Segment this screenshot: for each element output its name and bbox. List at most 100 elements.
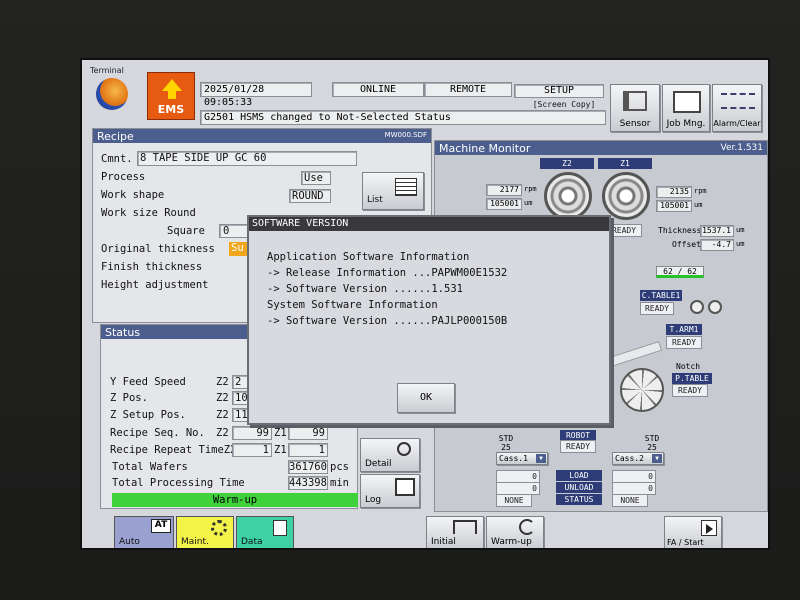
document-icon [673, 91, 701, 113]
cass2-label: Cass.2 [615, 454, 644, 463]
fa-start-label: FA / Start [667, 538, 704, 547]
comment-label: Cmnt. [101, 153, 133, 165]
std-left-count: 25 [501, 443, 511, 452]
detail-button[interactable]: Detail [360, 438, 420, 472]
app-version-line: -> Software Version ......1.531 [267, 283, 463, 295]
ok-button[interactable]: OK [397, 383, 455, 413]
process-value: Use [301, 171, 331, 185]
log-label: Log [365, 495, 382, 505]
std-left-label: STD 25 [496, 434, 516, 452]
z2-spindle-icon [544, 172, 592, 220]
seq-label: Recipe Seq. No. [110, 427, 205, 439]
finish-thickness-label: Finish thickness [101, 261, 203, 273]
recipe-title-text: Recipe [97, 130, 134, 143]
log-button[interactable]: Log [360, 474, 420, 508]
remote-status: REMOTE [424, 82, 512, 97]
datetime-display: 2025/01/28 09:05:33 [200, 82, 312, 108]
ctable-chuck-icon-2 [708, 300, 722, 314]
cass1-select[interactable]: Cass.1 ▼ [496, 452, 548, 465]
total-wafers-unit: pcs [330, 461, 349, 473]
repeat-z1-value: 1 [288, 443, 328, 457]
robot-ready: READY [560, 440, 596, 453]
alarm-clear-label: Alarm/Clear [713, 119, 761, 128]
repeat-label: Recipe Repeat TimeZ2 [110, 444, 237, 456]
unload-label: UNLOAD [556, 482, 602, 493]
job-mng-button[interactable]: Job Mng. [662, 84, 710, 132]
z1-um-unit: um [694, 201, 703, 209]
std-right-label: STD 25 [642, 434, 662, 452]
z2-um-unit: um [524, 199, 533, 207]
data-button[interactable]: Data [236, 516, 294, 548]
process-label: Process [101, 171, 146, 183]
detail-label: Detail [365, 459, 392, 469]
total-time-label: Total Processing Time [112, 477, 245, 489]
arrow-stem [168, 91, 176, 99]
cass2-select[interactable]: Cass.2 ▼ [612, 452, 664, 465]
sensor-label: Sensor [619, 119, 651, 129]
ratio-value: 62 / 62 [656, 266, 704, 278]
ems-button[interactable]: EMS [147, 72, 195, 120]
cass1-label: Cass.1 [499, 454, 528, 463]
warmup-label: Warm-up [491, 537, 532, 547]
cycle-icon [519, 519, 535, 535]
auto-label: Auto [119, 537, 140, 547]
tarm-ready: READY [666, 336, 702, 349]
maint-label: Maint. [181, 537, 209, 547]
initial-label: Initial [431, 537, 456, 547]
z-pos-z2: Z2 [216, 392, 229, 404]
pencil-icon [395, 478, 415, 496]
app-info: Application Software Information [267, 251, 470, 263]
total-time-value: 443398 [288, 476, 328, 490]
z1-label: Z1 [598, 158, 652, 169]
maint-button[interactable]: Maint. [176, 516, 234, 548]
seq-z2: Z2 [216, 427, 229, 439]
status-label: STATUS [556, 494, 602, 505]
recipe-title: Recipe MW000.SDF [93, 129, 431, 143]
system-version-line: -> Software Version ......PAJLP000150B [267, 315, 508, 327]
ctable-label: C.TABLE1 [640, 290, 682, 301]
sensor-button[interactable]: Sensor [610, 84, 660, 132]
initial-icon [453, 520, 477, 534]
warmup-button[interactable]: Warm-up [486, 516, 544, 548]
notch-aligner-icon [620, 368, 664, 412]
tarm-label: T.ARM1 [666, 324, 702, 335]
offset-label: Offset [672, 240, 701, 249]
z1-spindle-icon [602, 172, 650, 220]
z1-ready: READY [606, 224, 642, 237]
seq-z1: Z1 [274, 427, 287, 439]
z2-rpm-unit: rpm [524, 185, 537, 193]
ctable-ready: READY [640, 302, 674, 315]
comment-field[interactable]: 8 TAPE SIDE UP GC 60 [137, 151, 357, 166]
total-time-unit: min [330, 477, 349, 489]
z2-rpm-value: 2177 [486, 184, 522, 196]
z-setup-z2: Z2 [216, 409, 229, 421]
thickness-label: Thickness [658, 226, 702, 235]
list-icon [395, 178, 417, 196]
original-thickness-label: Original thickness [101, 243, 215, 255]
auto-button[interactable]: AT Auto [114, 516, 174, 548]
z1-rpm-unit: rpm [694, 187, 707, 195]
thickness-value: 1537.1 [700, 225, 734, 237]
alarm-clear-button[interactable]: Alarm/Clear [712, 84, 762, 132]
warmup-status-bar: Warm-up [112, 493, 358, 507]
y-feed-label: Y Feed Speed [110, 376, 186, 388]
list-button[interactable]: List [362, 172, 424, 210]
std-right-count: 25 [647, 443, 657, 452]
message-bar: G2501 HSMS changed to Not-Selected Statu… [200, 110, 606, 125]
recipe-file: MW000.SDF [384, 131, 427, 139]
gear-icon [211, 520, 227, 536]
cass1-state: NONE [496, 494, 532, 507]
offset-unit: um [736, 240, 745, 248]
dialog-title: SOFTWARE VERSION [249, 217, 609, 231]
std-left-text: STD [498, 434, 514, 443]
initial-button[interactable]: Initial [426, 516, 484, 548]
setup-status: SETUP [514, 84, 604, 98]
work-shape-value: ROUND [289, 189, 331, 203]
alarm-wave-icon [721, 93, 755, 109]
data-label: Data [241, 537, 263, 547]
ctable-chuck-icon [690, 300, 704, 314]
cass1-dropdown-icon: ▼ [536, 454, 546, 463]
terminal-logo[interactable]: Terminal [90, 66, 134, 114]
load-label: LOAD [556, 470, 602, 481]
fa-start-button[interactable]: FA / Start [664, 516, 722, 548]
